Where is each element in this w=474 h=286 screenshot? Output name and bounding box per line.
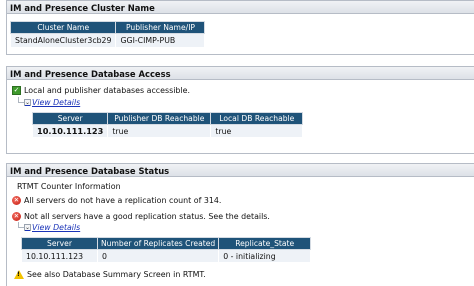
replication-status-error-text: Not all servers have a good replication … [24,212,270,221]
cluster-name-section-title: IM and Presence Cluster Name [7,1,474,14]
db-access-section-title: IM and Presence Database Access [7,67,474,80]
db-access-table: Server Publisher DB Reachable Local DB R… [31,112,304,138]
db-access-status: ✓ Local and publisher databases accessib… [12,86,190,95]
cell-replicates-created: 0 [96,249,220,263]
table-row: StandAloneCluster3cb29 GGI-CIMP-PUB [9,33,206,48]
cluster-table: Cluster Name Publisher Name/IP StandAlon… [9,21,206,48]
rtmt-counter-label: RTMT Counter Information [17,182,121,191]
db-status-section-title: IM and Presence Database Status [7,164,474,177]
col-publisher-name: Publisher Name/IP [115,21,206,34]
view-details-link[interactable]: ⌄ View Details [24,223,80,232]
rtmt-warning-text: See also Database Summary Screen in RTMT… [27,270,206,279]
chevron-down-icon[interactable]: ⌄ [24,99,31,106]
replication-status-error: ✕ Not all servers have a good replicatio… [12,212,270,221]
cell-server: 10.10.111.123 [21,249,98,263]
rtmt-warning: ! See also Database Summary Screen in RT… [14,270,206,279]
check-icon: ✓ [12,86,21,95]
warning-triangle-icon: ! [14,270,24,279]
cluster-name-section: IM and Presence Cluster Name Cluster Nam… [6,0,474,55]
replication-count-error: ✕ All servers do not have a replication … [12,196,221,205]
col-replicate-state: Replicate_State [218,237,312,250]
view-details-link[interactable]: ⌄ View Details [24,98,80,107]
cell-replicate-state: 0 - initializing [218,249,312,263]
db-access-section: IM and Presence Database Access ✓ Local … [6,66,474,154]
db-status-section: IM and Presence Database Status RTMT Cou… [6,163,474,286]
replication-count-error-text: All servers do not have a replication co… [24,196,222,205]
col-server: Server [31,112,109,125]
cell-cluster-name: StandAloneCluster3cb29 [9,33,117,48]
error-x-icon: ✕ [12,212,21,221]
view-details-label[interactable]: View Details [32,223,80,232]
db-status-table: Server Number of Replicates Created Repl… [21,237,312,263]
col-publisher-db-reachable: Publisher DB Reachable [107,112,212,125]
view-details-label[interactable]: View Details [32,98,80,107]
col-replicates-created: Number of Replicates Created [96,237,220,250]
col-server: Server [21,237,98,250]
col-local-db-reachable: Local DB Reachable [210,112,304,125]
cell-server: 10.10.111.123 [31,124,109,138]
table-row: 10.10.111.123 true true [31,124,304,138]
table-row: 10.10.111.123 0 0 - initializing [21,249,312,263]
cell-publisher-name: GGI-CIMP-PUB [115,33,206,48]
cell-local-db-reachable: true [210,124,304,138]
cell-publisher-db-reachable: true [107,124,212,138]
chevron-down-icon[interactable]: ⌄ [24,224,31,231]
col-cluster-name: Cluster Name [9,21,117,34]
db-access-status-text: Local and publisher databases accessible… [24,86,190,95]
error-x-icon: ✕ [12,196,21,205]
